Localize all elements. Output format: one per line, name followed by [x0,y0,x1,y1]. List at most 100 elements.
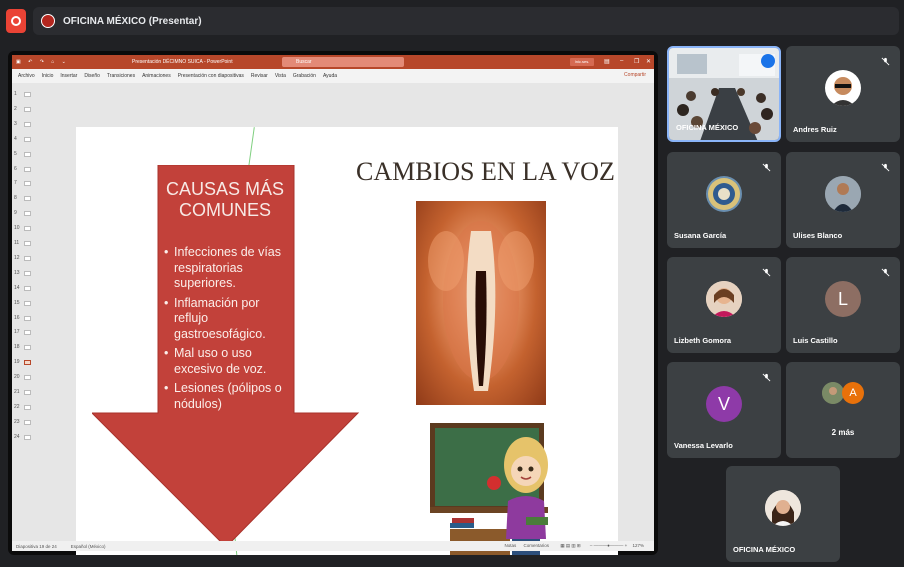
thumbnail-number: 18 [14,344,20,351]
thumbnail-preview [24,404,31,410]
ribbon-tab[interactable]: Archivo [18,73,35,79]
powerpoint-statusbar: Diapositiva 19 de 24 Español (México) No… [12,541,654,551]
slide-thumbnail[interactable]: 16 [14,315,40,321]
zoom-level[interactable]: 127% [632,543,644,548]
thumbnail-number: 4 [14,135,17,142]
slide-thumbnail[interactable]: 1 [14,91,40,97]
mic-off-icon [759,160,773,174]
thumbnail-preview [24,106,31,112]
thumbnail-number: 5 [14,150,17,157]
participant-avatar [825,176,861,212]
meet-logo-icon [6,9,26,33]
slide-thumbnail[interactable]: 11 [14,240,40,246]
decorative-line [248,127,255,167]
thumbnail-number: 14 [14,284,20,291]
ribbon-tab[interactable]: Grabación [293,73,316,79]
ribbon-tab[interactable]: Insertar [60,73,77,79]
thumbnail-preview [24,285,31,291]
thumbnail-preview [24,419,31,425]
ribbon-tab[interactable]: Transiciones [107,73,135,79]
participant-tile[interactable]: Susana García [667,152,781,248]
sign-in-button[interactable]: Inic.ses. [570,58,594,66]
participant-tile[interactable]: V Vanessa Levarlo [667,362,781,458]
slide-thumbnail[interactable]: 13 [14,270,40,276]
slide-thumbnail[interactable]: 15 [14,300,40,306]
thumbnail-preview [24,151,31,157]
thumbnail-number: 12 [14,254,20,261]
powerpoint-workspace: 1 2 3 4 5 6 7 8 9 10 11 12 13 14 15 16 17 18 19 20 21 22 23 24 … [12,83,654,555]
slide-thumbnail[interactable]: 4 [14,136,40,142]
participant-tile-presenter[interactable]: OFICINA MÉXICO [667,46,781,142]
thumbnail-number: 6 [14,165,17,172]
self-view-tile[interactable]: OFICINA MÉXICO [726,466,840,562]
thumbnail-number: 10 [14,225,20,232]
zoom-slider[interactable]: – ———●——— + [590,543,627,548]
ribbon-tab[interactable]: Diseño [84,73,100,79]
participant-avatar [765,490,801,526]
slide-thumbnail[interactable]: 19 [14,359,40,366]
slide-thumbnail[interactable]: 23 [14,419,40,425]
cause-item: Mal uso o uso excesivo de voz. [164,346,284,377]
thumbnail-number: 23 [14,418,20,425]
thumbnail-number: 15 [14,299,20,306]
slide-thumbnail[interactable]: 18 [14,344,40,351]
shared-screen: ▣ ↶ ↷ ⌂ ⌄ Presentación DÉCIMNO SUICA - P… [8,51,658,555]
participant-name: Ulises Blanco [793,231,843,240]
slide-thumbnail[interactable]: 7 [14,180,40,187]
participant-avatar [825,70,861,106]
participant-tile[interactable]: Andres Ruiz [786,46,900,142]
slide-thumbnail[interactable]: 6 [14,166,40,172]
comments-button[interactable]: Comentarios [524,543,550,548]
quick-access-icons[interactable]: ▣ ↶ ↷ ⌂ ⌄ [16,59,69,65]
participant-tile[interactable]: L Luis Castillo [786,257,900,353]
participant-avatar: V [706,386,742,422]
slide-thumbnail[interactable]: 17 [14,329,40,336]
slide-thumbnail[interactable]: 10 [14,225,40,232]
slide-thumbnail[interactable]: 9 [14,210,40,217]
slide-thumbnail[interactable]: 14 [14,285,40,291]
more-participants-tile[interactable]: A 2 más [786,362,900,458]
thumbnail-preview [24,345,31,351]
notes-button[interactable]: Notas [505,543,517,548]
ribbon-tab[interactable]: Inicio [42,73,54,79]
cause-item: Inflamación por reflujo gastroesofágico. [164,296,284,343]
ribbon-tab[interactable]: Animaciones [142,73,171,79]
slide-thumbnail[interactable]: 22 [14,404,40,410]
participant-tile[interactable]: Lizbeth Gomora [667,257,781,353]
slide-thumbnail[interactable]: 24 [14,434,40,440]
powerpoint-window-title: Presentación DÉCIMNO SUICA - PowerPoint [132,59,233,65]
more-participants-label: 2 más [831,428,855,437]
restore-icon[interactable]: ❐ [634,58,639,65]
status-language[interactable]: Español (México) [71,544,106,549]
slide-thumbnail[interactable]: 2 [14,106,40,112]
slide-thumbnail[interactable]: 20 [14,374,40,381]
thumbnail-number: 3 [14,120,17,127]
slide-thumbnail[interactable]: 5 [14,151,40,157]
mic-off-icon [878,265,892,279]
thumbnail-preview [24,434,31,440]
slide-thumbnail[interactable]: 8 [14,195,40,202]
slide-thumbnail[interactable]: 21 [14,389,40,395]
thumbnail-preview [24,121,31,127]
close-icon[interactable]: ✕ [646,58,651,65]
meeting-title-bar[interactable]: OFICINA MÉXICO (Presentar) [33,7,899,35]
participant-name: OFICINA MÉXICO [733,545,796,554]
participant-name: Luis Castillo [793,336,838,345]
ribbon-tab[interactable]: Vista [275,73,286,79]
minimize-icon[interactable]: – [620,58,623,64]
slide-thumbnail[interactable]: 3 [14,121,40,127]
share-button[interactable]: Compartir [624,72,646,78]
ribbon-tab[interactable]: Presentación con diapositivas [178,73,244,79]
ribbon-display-icon[interactable]: ▤ [604,58,610,65]
powerpoint-titlebar: ▣ ↶ ↷ ⌂ ⌄ Presentación DÉCIMNO SUICA - P… [12,55,654,69]
powerpoint-ribbon-tabs: Archivo Inicio Insertar Diseño Transiciones A… [12,69,654,83]
participant-avatar [822,382,844,404]
participant-tile[interactable]: Ulises Blanco [786,152,900,248]
ribbon-tab[interactable]: Ayuda [323,73,337,79]
slide-title: CAMBIOS EN LA VOZ [356,157,615,186]
thumbnail-number: 7 [14,180,17,187]
view-normal-icon[interactable]: ▦ ▤ ▥ ⊞ [560,543,580,548]
powerpoint-search-box[interactable]: Buscar [282,57,404,67]
ribbon-tab[interactable]: Revisar [251,73,268,79]
slide-thumbnail[interactable]: 12 [14,255,40,261]
